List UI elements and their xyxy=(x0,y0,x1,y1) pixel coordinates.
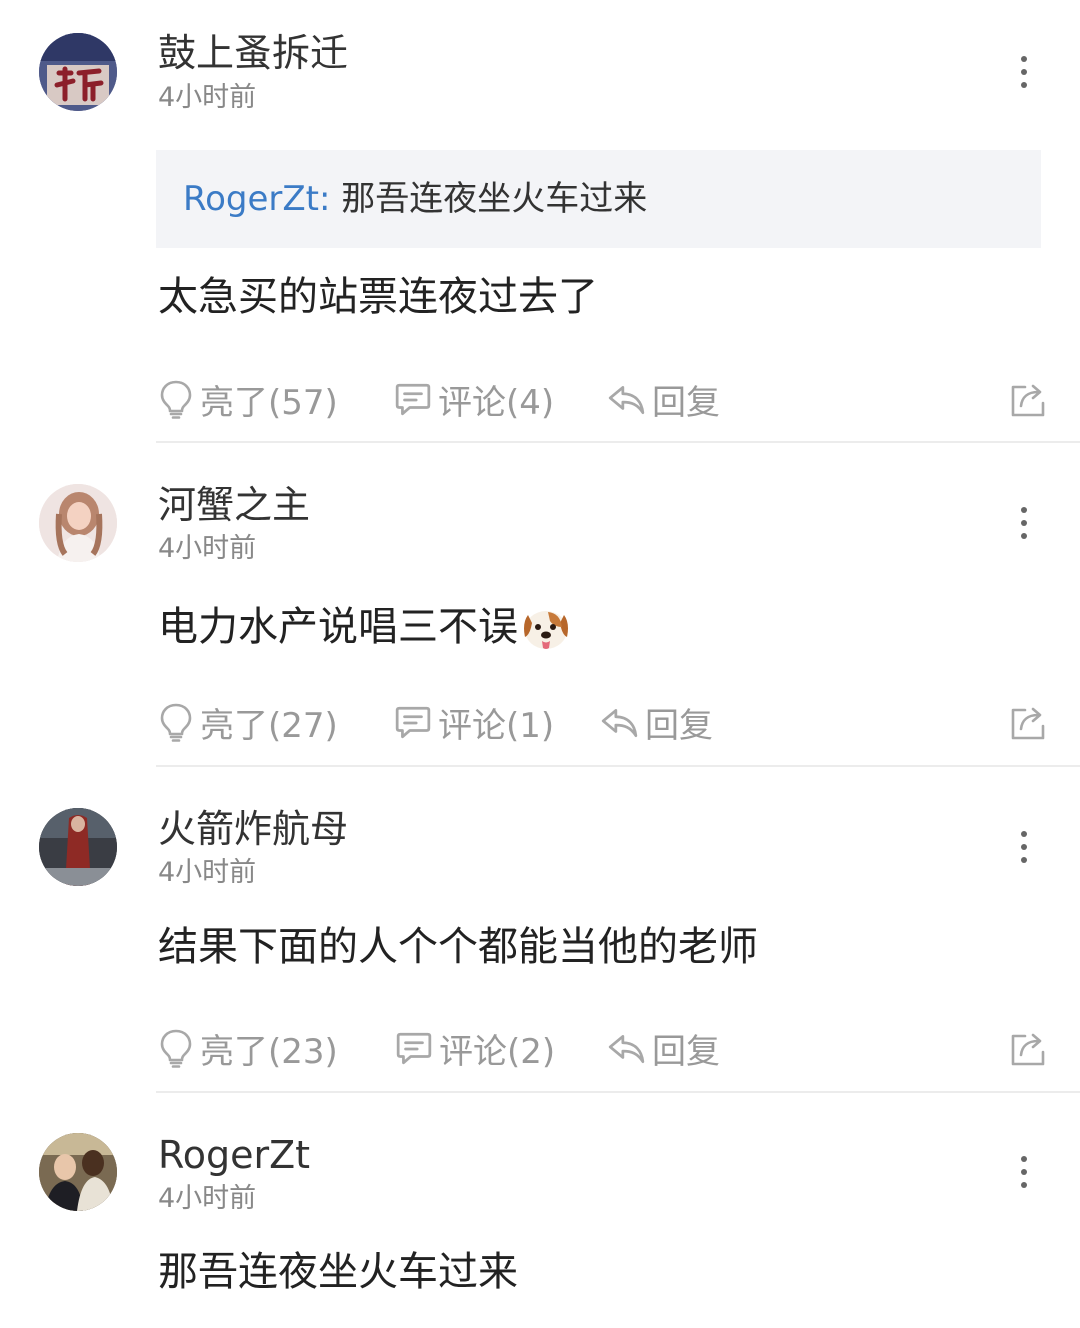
reply-label: 回复 xyxy=(645,705,713,746)
divider xyxy=(156,1091,1080,1093)
username[interactable]: 河蟹之主 xyxy=(158,482,310,528)
reply-label: 回复 xyxy=(652,1031,720,1072)
lightbulb-icon xyxy=(158,378,194,420)
comment-count: 评论(1) xyxy=(438,705,555,746)
quoted-reply[interactable]: RogerZt: 那吾连夜坐火车过来 xyxy=(156,150,1041,248)
like-button[interactable]: 亮了(57) xyxy=(158,375,338,423)
avatar-image xyxy=(39,484,117,562)
action-bar: 亮了(57) 评论(4) 回复 xyxy=(158,375,1048,423)
share-icon[interactable] xyxy=(1008,702,1048,742)
reply-arrow-icon xyxy=(606,380,646,418)
comment-button[interactable]: 评论(4) xyxy=(394,375,554,423)
comment-bubble-icon xyxy=(395,1029,433,1067)
avatar-image xyxy=(39,808,117,886)
post-time: 4小时前 xyxy=(158,533,257,564)
comment-button[interactable]: 评论(2) xyxy=(395,1024,555,1072)
comment-text: 电力水产说唱三不误 xyxy=(158,602,572,653)
like-count: 亮了(27) xyxy=(200,705,338,746)
like-button[interactable]: 亮了(23) xyxy=(158,1024,338,1072)
username[interactable]: RogerZt xyxy=(158,1132,310,1178)
more-icon[interactable] xyxy=(1006,503,1042,543)
reply-button[interactable]: 回复 xyxy=(606,375,720,423)
user-avatar[interactable] xyxy=(39,33,117,111)
like-count: 亮了(23) xyxy=(200,1031,338,1072)
share-icon[interactable] xyxy=(1008,1028,1048,1068)
comment-count: 评论(2) xyxy=(439,1031,556,1072)
username[interactable]: 火箭炸航母 xyxy=(158,806,348,852)
comment-bubble-icon xyxy=(394,703,432,741)
more-icon[interactable] xyxy=(1006,1152,1042,1192)
action-bar: 亮了(27) 评论(1) 回复 xyxy=(158,698,1048,746)
divider xyxy=(156,765,1080,767)
comment-text: 那吾连夜坐火车过来 xyxy=(158,1249,518,1295)
reply-button[interactable]: 回复 xyxy=(599,698,713,746)
more-icon[interactable] xyxy=(1006,52,1042,92)
lightbulb-icon xyxy=(158,1027,194,1069)
lightbulb-icon xyxy=(158,701,194,743)
post-time: 4小时前 xyxy=(158,82,257,113)
action-bar: 亮了(23) 评论(2) 回复 xyxy=(158,1024,1048,1072)
post-time: 4小时前 xyxy=(158,857,257,888)
comment-text-body: 电力水产说唱三不误 xyxy=(158,604,518,650)
reply-arrow-icon xyxy=(606,1029,646,1067)
quoted-text: 那吾连夜坐火车过来 xyxy=(330,179,648,219)
comment-text: 太急买的站票连夜过去了 xyxy=(158,274,598,320)
more-icon[interactable] xyxy=(1006,827,1042,867)
reply-arrow-icon xyxy=(599,703,639,741)
divider xyxy=(156,441,1080,443)
comment-button[interactable]: 评论(1) xyxy=(394,698,554,746)
avatar-image xyxy=(39,1133,117,1211)
like-count: 亮了(57) xyxy=(200,382,338,423)
like-button[interactable]: 亮了(27) xyxy=(158,698,338,746)
avatar-image xyxy=(39,33,117,111)
dog-face-icon xyxy=(524,611,568,649)
user-avatar[interactable] xyxy=(39,1133,117,1211)
share-icon[interactable] xyxy=(1008,379,1048,419)
reply-button[interactable]: 回复 xyxy=(606,1024,720,1072)
comment-bubble-icon xyxy=(394,380,432,418)
user-avatar[interactable] xyxy=(39,484,117,562)
reply-label: 回复 xyxy=(652,382,720,423)
quoted-username[interactable]: RogerZt: xyxy=(183,179,330,219)
comment-count: 评论(4) xyxy=(438,382,555,423)
username[interactable]: 鼓上蚤拆迁 xyxy=(158,30,348,76)
comment-text: 结果下面的人个个都能当他的老师 xyxy=(158,924,758,970)
user-avatar[interactable] xyxy=(39,808,117,886)
post-time: 4小时前 xyxy=(158,1183,257,1214)
